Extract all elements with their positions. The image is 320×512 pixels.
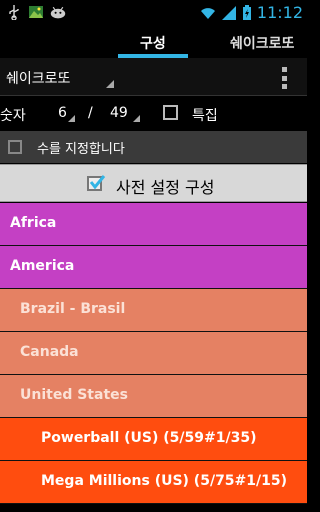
list-item[interactable]: Canada bbox=[0, 332, 307, 375]
game-spinner[interactable]: 쉐이크로또 bbox=[6, 68, 70, 88]
usb-icon bbox=[9, 5, 19, 20]
count-separator: / bbox=[88, 105, 93, 121]
list-item[interactable]: Africa bbox=[0, 203, 307, 246]
designate-numbers-row[interactable]: 수를 지정합니다 bbox=[0, 131, 307, 163]
list-item[interactable]: Brazil - Brasil bbox=[0, 289, 307, 332]
wifi-icon bbox=[200, 7, 215, 19]
tab-config[interactable]: 구성 bbox=[140, 33, 166, 53]
total-dropdown-icon bbox=[133, 115, 140, 122]
pick-dropdown-icon bbox=[68, 115, 75, 122]
list-item[interactable]: Mega Millions (US) (5/75#1/15) bbox=[0, 461, 307, 504]
count-label: 숫자 bbox=[0, 108, 26, 124]
tab-bar: 구성 쉐이크로또 bbox=[0, 25, 307, 58]
lottery-list: Africa America Brazil - Brasil Canada Un… bbox=[0, 203, 307, 504]
game-spinner-row: 쉐이크로또 bbox=[0, 58, 307, 96]
list-item[interactable]: America bbox=[0, 246, 307, 289]
special-label: 특집 bbox=[192, 108, 218, 124]
total-count-spinner[interactable]: 49 bbox=[110, 105, 128, 121]
preset-checkbox[interactable] bbox=[87, 175, 106, 191]
image-icon bbox=[29, 6, 43, 18]
number-count-row: 숫자 6 / 49 특집 bbox=[0, 97, 307, 130]
android-icon bbox=[50, 6, 66, 19]
tab-shake-lotto[interactable]: 쉐이크로또 bbox=[230, 33, 294, 53]
pick-count-spinner[interactable]: 6 bbox=[58, 105, 67, 121]
designate-label: 수를 지정합니다 bbox=[37, 142, 125, 157]
status-bar: 11:12 bbox=[0, 0, 307, 25]
checkmark-icon bbox=[89, 175, 106, 190]
preset-label: 사전 설정 구성 bbox=[116, 178, 215, 197]
overflow-menu-icon[interactable] bbox=[282, 67, 288, 89]
list-item[interactable]: United States bbox=[0, 375, 307, 418]
battery-icon bbox=[242, 4, 251, 20]
designate-checkbox[interactable] bbox=[8, 140, 22, 154]
signal-icon bbox=[221, 5, 236, 20]
spinner-dropdown-icon bbox=[106, 80, 114, 88]
list-item[interactable]: Powerball (US) (5/59#1/35) bbox=[0, 418, 307, 461]
clock-time: 11:12 bbox=[256, 3, 303, 22]
preset-config-button[interactable]: 사전 설정 구성 bbox=[0, 164, 307, 202]
special-checkbox[interactable] bbox=[163, 105, 178, 120]
